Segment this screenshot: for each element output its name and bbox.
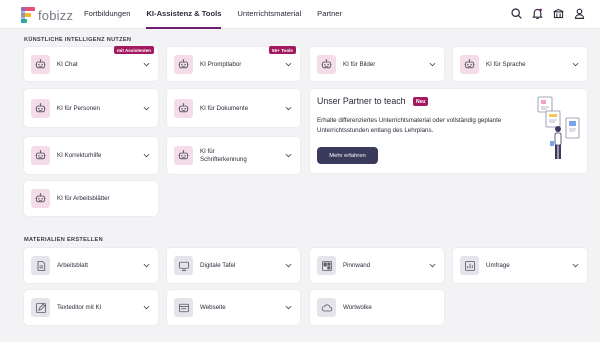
nav-unterrichtsmaterial[interactable]: Unterrichtsmaterial xyxy=(237,0,301,29)
card-label: Texteditor mit KI xyxy=(57,304,102,311)
brand-name: fobizz xyxy=(38,7,74,23)
card-label: KI Promptlabor xyxy=(200,61,242,68)
badge-55-tools: 55+ Tools xyxy=(269,46,296,54)
card-pinnwand[interactable]: Pinnwand xyxy=(310,248,444,283)
nav-fortbildungen[interactable]: Fortbildungen xyxy=(84,0,130,29)
badge-neu: Neu xyxy=(413,97,429,106)
card-label: Umfrage xyxy=(486,262,510,269)
card-label: Wortwolke xyxy=(343,304,372,311)
cloud-icon xyxy=(317,298,336,317)
search-icon[interactable] xyxy=(510,7,523,20)
card-webseite[interactable]: Webseite xyxy=(167,290,300,325)
card-ki-schrifterkennung[interactable]: KI für Schrifterkennung xyxy=(167,137,300,174)
chevron-down-icon xyxy=(285,262,292,269)
chevron-down-icon xyxy=(285,61,292,68)
chevron-down-icon xyxy=(285,105,292,112)
section-title-ki: KÜNSTLICHE INTELLIGENZ NUTZEN xyxy=(24,37,132,43)
card-label: Digitale Tafel xyxy=(200,262,236,269)
webpage-icon xyxy=(174,298,193,317)
card-ki-promptlabor[interactable]: KI Promptlabor 55+ Tools xyxy=(167,46,300,81)
chevron-down-icon xyxy=(143,262,150,269)
card-texteditor-mit-ki[interactable]: Texteditor mit KI xyxy=(24,290,158,325)
main-nav: Fortbildungen KI-Assistenz & Tools Unter… xyxy=(84,0,358,29)
robot-icon xyxy=(31,99,50,118)
logo-mark-icon xyxy=(21,7,35,23)
pen-icon xyxy=(31,298,50,317)
badge-mit-assistenten: mit Assistenten xyxy=(113,46,154,54)
robot-icon xyxy=(31,55,50,74)
card-label: KI für Bilder xyxy=(343,61,376,68)
nav-partner[interactable]: Partner xyxy=(317,0,342,29)
teacher-illustration-icon xyxy=(537,96,580,159)
chevron-down-icon xyxy=(429,61,436,68)
card-label: KI für Dokumente xyxy=(200,105,249,112)
card-ki-bilder[interactable]: KI für Bilder xyxy=(310,47,444,81)
top-navigation-bar: fobizz Fortbildungen KI-Assistenz & Tool… xyxy=(0,0,600,29)
card-label: KI für Schrifterkennung xyxy=(200,148,247,163)
chevron-down-icon xyxy=(285,304,292,311)
nav-ki-assistenz-tools[interactable]: KI-Assistenz & Tools xyxy=(146,0,221,29)
card-ki-chat[interactable]: KI Chat mit Assistenten xyxy=(24,46,158,81)
card-ki-dokumente[interactable]: KI für Dokumente xyxy=(167,89,300,127)
user-icon[interactable] xyxy=(573,7,586,20)
mehr-erfahren-button[interactable]: Mehr erfahren xyxy=(317,147,378,164)
header-actions xyxy=(510,7,586,20)
pinboard-icon xyxy=(317,256,336,275)
poll-icon xyxy=(460,256,479,275)
card-label: Webseite xyxy=(200,304,226,311)
card-umfrage[interactable]: Umfrage xyxy=(453,248,587,283)
card-label: KI für Personen xyxy=(57,105,100,112)
card-wortwolke[interactable]: Wortwolke xyxy=(310,290,444,325)
card-ki-sprache[interactable]: KI für Sprache xyxy=(453,47,587,81)
robot-icon xyxy=(174,146,193,165)
card-label: KI für Sprache xyxy=(486,61,526,68)
partner-card: Unser Partner to teach Neu Erhalte diffe… xyxy=(310,89,587,173)
partner-title: Unser Partner to teach xyxy=(317,96,406,106)
chevron-down-icon xyxy=(143,105,150,112)
card-ki-arbeitsblaetter[interactable]: KI für Arbeitsblätter xyxy=(24,181,158,216)
section-title-materialien: MATERIALIEN ERSTELLEN xyxy=(24,237,103,243)
card-ki-korrekturhilfe[interactable]: KI Korrekturhilfe xyxy=(24,137,158,174)
chevron-down-icon xyxy=(572,61,579,68)
robot-icon xyxy=(174,55,193,74)
robot-icon xyxy=(31,146,50,165)
card-label: KI Chat xyxy=(57,61,78,68)
chevron-down-icon xyxy=(143,152,150,159)
chevron-down-icon xyxy=(572,262,579,269)
card-label: Pinnwand xyxy=(343,262,371,269)
worksheet-icon xyxy=(31,256,50,275)
fobizz-logo[interactable]: fobizz xyxy=(21,6,73,24)
board-icon xyxy=(174,256,193,275)
robot-icon xyxy=(460,55,479,74)
bell-icon[interactable] xyxy=(531,7,544,20)
chevron-down-icon xyxy=(143,304,150,311)
card-digitale-tafel[interactable]: Digitale Tafel xyxy=(167,248,300,283)
card-ki-personen[interactable]: KI für Personen xyxy=(24,89,158,127)
partner-description: Erhalte differenziertes Unterrichtsmater… xyxy=(317,117,502,134)
card-arbeitsblatt[interactable]: Arbeitsblatt xyxy=(24,248,158,283)
chevron-down-icon xyxy=(285,152,292,159)
school-icon[interactable] xyxy=(552,7,565,20)
card-label: KI Korrekturhilfe xyxy=(57,152,102,159)
card-label: Arbeitsblatt xyxy=(57,262,88,269)
robot-icon xyxy=(317,55,336,74)
chevron-down-icon xyxy=(143,61,150,68)
robot-icon xyxy=(174,99,193,118)
robot-icon xyxy=(31,189,50,208)
card-label: KI für Arbeitsblätter xyxy=(57,195,110,202)
chevron-down-icon xyxy=(429,262,436,269)
